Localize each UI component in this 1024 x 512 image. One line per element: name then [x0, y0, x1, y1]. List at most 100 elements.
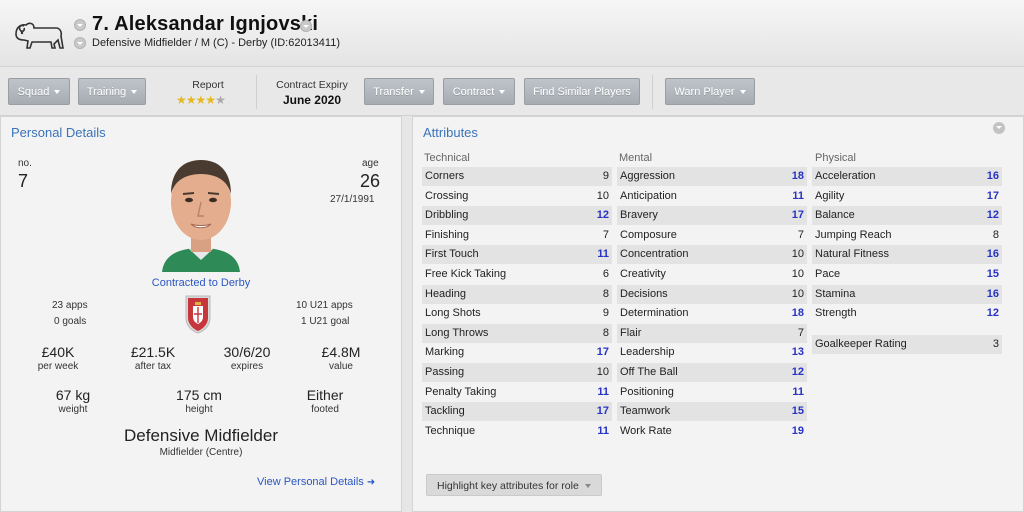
attribute-name: Corners: [425, 170, 465, 182]
contract-button[interactable]: Contract: [443, 78, 515, 105]
attribute-row[interactable]: Concentration 10: [617, 245, 807, 265]
attribute-row[interactable]: Agility 17: [812, 187, 1002, 206]
attribute-row[interactable]: Decisions 10: [617, 284, 807, 304]
attribute-value: 12: [986, 307, 999, 320]
attribute-row[interactable]: Off The Ball 12: [617, 363, 807, 382]
chevron-down-icon: [131, 90, 138, 95]
mental-header: Mental: [619, 152, 653, 164]
star-full-icon: ★: [185, 93, 197, 107]
attribute-name: Decisions: [620, 287, 668, 300]
attribute-value: 16: [986, 248, 999, 261]
attribute-name: Acceleration: [815, 170, 876, 182]
view-personal-details-link[interactable]: View Personal Details ➜: [257, 476, 375, 488]
attribute-row[interactable]: Anticipation 11: [617, 187, 807, 206]
attribute-row[interactable]: Marking 17: [422, 343, 612, 362]
attribute-row[interactable]: Crossing 10: [422, 187, 612, 206]
attribute-name: Long Throws: [425, 326, 489, 339]
attribute-row[interactable]: Leadership 13: [617, 343, 807, 362]
serbia-flag-icon: [185, 295, 211, 334]
contracted-to-club-link[interactable]: Contracted to Derby: [0, 277, 402, 289]
attribute-row[interactable]: Heading 8: [422, 284, 612, 304]
attribute-name: Dribbling: [425, 209, 469, 222]
attribute-value: 11: [597, 248, 609, 261]
attribute-row[interactable]: Bravery 17: [617, 206, 807, 226]
after-tax-value: £21.5K: [130, 344, 176, 360]
attribute-name: Teamwork: [620, 405, 671, 418]
attribute-row[interactable]: Penalty Taking 11: [422, 383, 612, 402]
attribute-name: Penalty Taking: [425, 385, 497, 398]
attribute-row[interactable]: Flair 7: [617, 323, 807, 343]
contract-expires-label: expires: [230, 361, 264, 372]
club-apps: 23 apps: [52, 300, 88, 311]
squad-number-label: no.: [18, 158, 32, 169]
attribute-value: 6: [602, 268, 609, 280]
attribute-name: Strength: [815, 307, 857, 320]
attribute-row[interactable]: Composure 7: [617, 226, 807, 245]
attribute-row[interactable]: Aggression 18: [617, 167, 807, 186]
squad-button[interactable]: Squad: [8, 78, 70, 105]
attribute-row[interactable]: Technique 11: [422, 422, 612, 441]
player-info-menu-icon[interactable]: [74, 37, 86, 49]
technical-header: Technical: [424, 152, 470, 164]
player-menu-icon[interactable]: [74, 19, 86, 31]
attribute-row[interactable]: Jumping Reach 8: [812, 226, 1002, 245]
attribute-name: Anticipation: [620, 189, 677, 202]
view-personal-details-label: View Personal Details: [257, 476, 364, 488]
attribute-name: Technique: [425, 424, 476, 437]
warn-player-button[interactable]: Warn Player: [665, 78, 755, 105]
attribute-value: 11: [597, 385, 609, 398]
attribute-name: Heading: [425, 287, 466, 300]
goalkeeper-rating-label: Goalkeeper Rating: [815, 338, 907, 350]
attribute-value: 12: [596, 209, 609, 222]
attribute-row[interactable]: Work Rate 19: [617, 422, 807, 441]
training-button[interactable]: Training: [78, 78, 146, 105]
panel-options-icon[interactable]: [993, 122, 1005, 134]
report-star-rating[interactable]: ★★★★★: [176, 93, 226, 107]
attribute-row[interactable]: Finishing 7: [422, 226, 612, 245]
attribute-name: Composure: [620, 228, 677, 241]
attribute-row[interactable]: Teamwork 15: [617, 402, 807, 422]
player-subtitle: Defensive Midfielder / M (C) - Derby (ID…: [92, 37, 340, 49]
training-button-label: Training: [86, 86, 127, 98]
star-full-icon: ★: [195, 93, 207, 107]
attribute-row[interactable]: Acceleration 16: [812, 167, 1002, 186]
attribute-row[interactable]: Stamina 16: [812, 284, 1002, 304]
attribute-row[interactable]: Balance 12: [812, 206, 1002, 226]
attribute-row[interactable]: Free Kick Taking 6: [422, 265, 612, 284]
attribute-name: Flair: [620, 326, 642, 339]
find-similar-players-button[interactable]: Find Similar Players: [524, 78, 640, 105]
attribute-row[interactable]: Pace 15: [812, 265, 1002, 284]
attribute-row[interactable]: Natural Fitness 16: [812, 245, 1002, 265]
attribute-value: 10: [596, 366, 609, 378]
date-of-birth: 27/1/1991: [330, 194, 375, 205]
attribute-row[interactable]: Dribbling 12: [422, 206, 612, 226]
attribute-row[interactable]: Passing 10: [422, 363, 612, 382]
attribute-name: First Touch: [425, 248, 479, 261]
player-portrait: [158, 150, 244, 272]
height-value: 175 cm: [176, 387, 222, 403]
player-name-dropdown-icon[interactable]: [300, 20, 312, 32]
after-tax-label: after tax: [134, 361, 172, 372]
contract-expiry-label: Contract Expiry: [276, 79, 348, 91]
goalkeeper-rating-row[interactable]: Goalkeeper Rating 3: [812, 335, 1002, 354]
age-value: 26: [360, 171, 381, 191]
attribute-row[interactable]: Creativity 10: [617, 265, 807, 284]
attribute-row[interactable]: Long Throws 8: [422, 323, 612, 343]
attribute-value: 11: [792, 385, 804, 398]
attribute-row[interactable]: First Touch 11: [422, 245, 612, 265]
attribute-value: 12: [791, 366, 804, 378]
highlight-key-attributes-button[interactable]: Highlight key attributes for role: [426, 474, 602, 496]
attributes-title: Attributes: [423, 125, 478, 140]
transfer-button[interactable]: Transfer: [364, 78, 434, 105]
attribute-value: 19: [791, 424, 804, 437]
attribute-value: 7: [797, 326, 804, 339]
player-position: Midfielder (Centre): [159, 447, 243, 458]
attribute-value: 10: [596, 189, 609, 202]
attribute-row[interactable]: Positioning 11: [617, 383, 807, 402]
attribute-row[interactable]: Long Shots 9: [422, 304, 612, 323]
attribute-row[interactable]: Strength 12: [812, 304, 1002, 323]
attribute-row[interactable]: Determination 18: [617, 304, 807, 323]
attribute-row[interactable]: Tackling 17: [422, 402, 612, 422]
attribute-row[interactable]: Corners 9: [422, 167, 612, 186]
attribute-name: Tackling: [425, 405, 465, 418]
